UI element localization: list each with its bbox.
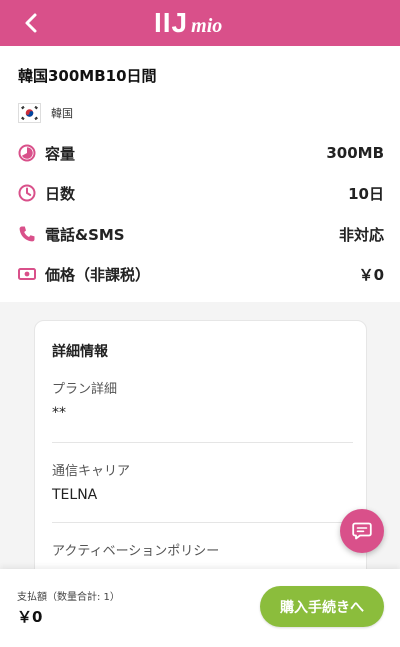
divider	[52, 522, 353, 523]
spec-row-capacity: 容量 300MB	[18, 141, 384, 165]
field-value-plan-details: **	[52, 405, 66, 421]
spec-row-phone-sms: 電話&SMS 非対応	[18, 222, 384, 246]
clock-icon	[18, 184, 36, 202]
plan-title: 韓国300MB10日間	[18, 67, 157, 85]
logo-sub: mio	[191, 15, 223, 37]
chevron-left-icon	[25, 13, 37, 33]
iijmio-logo[interactable]: IIJ mio	[154, 8, 222, 38]
back-button[interactable]	[20, 11, 44, 35]
plan-summary: 韓国300MB10日間 韓国 容量 300MB 日数 10日 電話&SMS 非対…	[0, 46, 400, 302]
spec-value: 300MB	[326, 144, 384, 162]
field-label-plan-details: プラン詳細	[52, 382, 118, 397]
divider	[52, 442, 353, 443]
field-label-activation-policy: アクティベーションポリシー	[52, 544, 220, 559]
field-value-carrier: TELNA	[52, 487, 98, 503]
details-title: 詳細情報	[52, 344, 108, 360]
phone-icon	[19, 226, 35, 242]
banknote-icon	[18, 268, 36, 280]
spec-row-price: 価格（非課税） ￥0	[18, 262, 384, 286]
spec-value: 非対応	[338, 225, 384, 244]
pie-chart-icon	[18, 144, 36, 162]
payment-label: 支払額（数量合計: 1）	[17, 592, 120, 603]
payment-amount: ￥0	[17, 608, 43, 626]
country-row: 韓国	[18, 103, 73, 123]
spec-value: ￥0	[358, 265, 384, 284]
app-header: IIJ mio	[0, 0, 400, 46]
logo-main: IIJ	[154, 7, 189, 38]
chat-button[interactable]	[340, 509, 384, 553]
country-name: 韓国	[51, 107, 73, 120]
spec-label: 日数	[45, 184, 76, 203]
spec-label: 価格（非課税）	[45, 265, 151, 284]
checkout-footer: 支払額（数量合計: 1） ￥0 購入手続きへ	[0, 569, 400, 647]
spec-label: 容量	[45, 144, 76, 163]
field-label-carrier: 通信キャリア	[52, 464, 131, 479]
proceed-to-purchase-button[interactable]: 購入手続きへ	[260, 586, 384, 627]
chat-icon	[352, 522, 372, 540]
spec-row-days: 日数 10日	[18, 181, 384, 205]
spec-label: 電話&SMS	[45, 225, 125, 244]
south-korea-flag-icon	[18, 103, 41, 123]
spec-value: 10日	[348, 184, 384, 203]
